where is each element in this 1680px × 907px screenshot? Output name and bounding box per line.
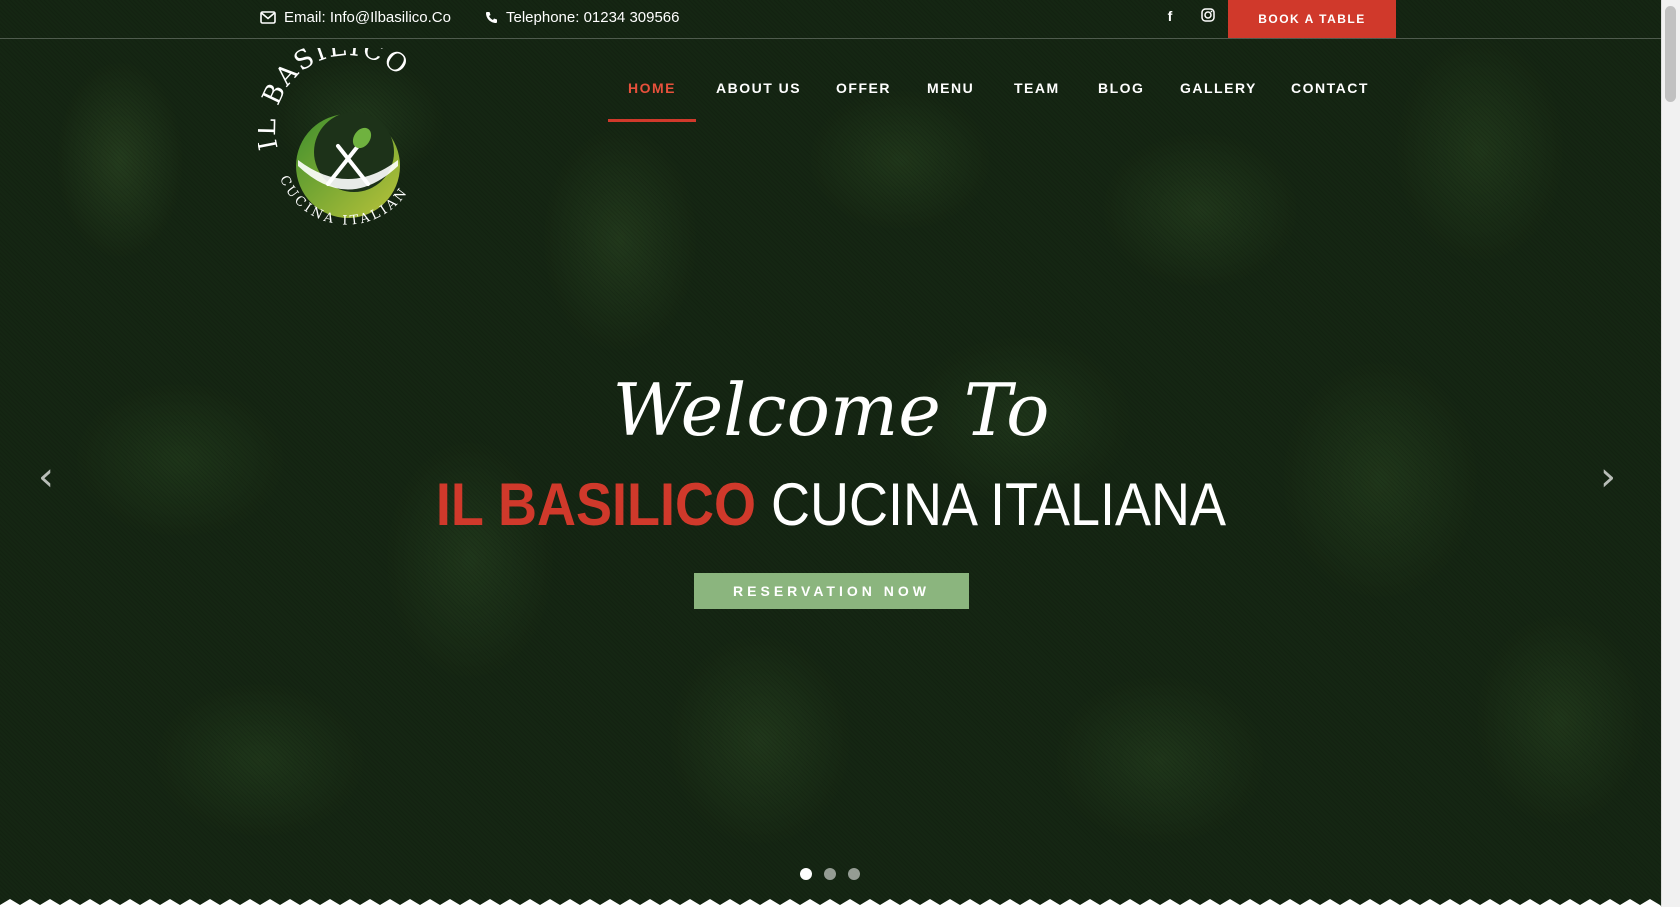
phone-icon bbox=[486, 12, 497, 23]
hero-title-rest: CUCINA ITALIANA bbox=[770, 471, 1227, 538]
slider-next-icon[interactable]: › bbox=[1600, 454, 1616, 500]
nav-item-blog[interactable]: BLOG bbox=[1098, 80, 1144, 96]
site-logo[interactable]: IL BASILICO CUCINA ITALIANA bbox=[251, 32, 434, 238]
slider-dots bbox=[800, 868, 860, 880]
nav-item-team[interactable]: TEAM bbox=[1014, 80, 1060, 96]
hero-overlay bbox=[0, 0, 1662, 907]
book-a-table-button[interactable]: BOOK A TABLE bbox=[1228, 0, 1396, 38]
nav-item-about-us[interactable]: ABOUT US bbox=[716, 80, 801, 96]
facebook-icon[interactable]: f bbox=[1160, 8, 1180, 24]
hero-welcome-text: Welcome To bbox=[612, 368, 1050, 452]
slider-prev-icon[interactable]: ‹ bbox=[38, 454, 54, 500]
slider-dot-1[interactable] bbox=[800, 868, 812, 880]
instagram-icon[interactable] bbox=[1198, 8, 1218, 25]
slider-dot-3[interactable] bbox=[848, 868, 860, 880]
hero-background bbox=[0, 0, 1662, 907]
hero-title-highlight: IL BASILICO bbox=[435, 471, 756, 538]
nav-item-menu[interactable]: MENU bbox=[927, 80, 974, 96]
phone-text: Telephone: 01234 309566 bbox=[506, 9, 680, 26]
email-link[interactable]: Email: Info@Ilbasilico.Co bbox=[260, 9, 451, 26]
envelope-icon bbox=[260, 11, 276, 24]
nav-active-indicator bbox=[608, 119, 696, 122]
nav-item-offer[interactable]: OFFER bbox=[836, 80, 891, 96]
hero-title: IL BASILICO CUCINA ITALIANA bbox=[83, 470, 1579, 539]
nav-item-gallery[interactable]: GALLERY bbox=[1180, 80, 1257, 96]
reservation-now-button[interactable]: RESERVATION NOW bbox=[694, 573, 969, 609]
nav-item-home[interactable]: HOME bbox=[628, 80, 676, 96]
zigzag-divider bbox=[0, 899, 1662, 907]
slider-dot-2[interactable] bbox=[824, 868, 836, 880]
email-text: Email: Info@Ilbasilico.Co bbox=[284, 9, 451, 26]
phone-link[interactable]: Telephone: 01234 309566 bbox=[485, 9, 680, 26]
top-bar: Email: Info@Ilbasilico.Co Telephone: 012… bbox=[0, 0, 1662, 39]
nav-item-contact[interactable]: CONTACT bbox=[1291, 80, 1369, 96]
page-scrollbar[interactable] bbox=[1661, 0, 1680, 907]
scrollbar-thumb[interactable] bbox=[1665, 6, 1676, 102]
